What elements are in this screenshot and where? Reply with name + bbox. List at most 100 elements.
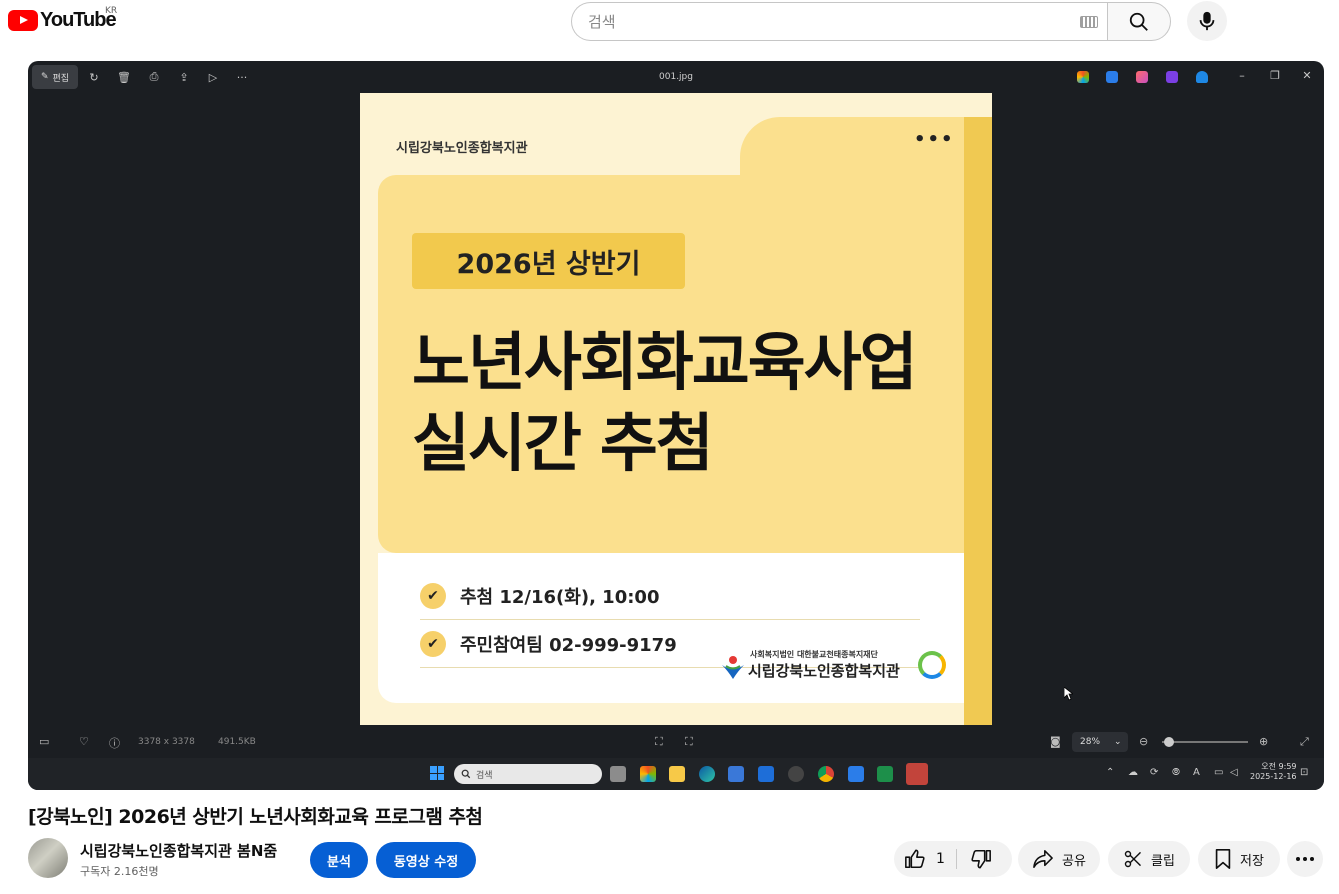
channel-name[interactable]: 시립강북노인종합복지관 봄N줌 (80, 840, 277, 861)
photos-app-icon[interactable] (1106, 71, 1118, 83)
search-input[interactable]: 검색 (571, 2, 1108, 41)
taskbar-clock[interactable]: 오전 9:59 2025-12-16 (1250, 762, 1297, 783)
fit-screen-icon[interactable]: ⛶ (655, 735, 663, 749)
poster-logo-subtitle: 사회복지법인 대한불교천태종복지재단 (750, 650, 878, 659)
channel-avatar[interactable] (28, 838, 68, 878)
like-button[interactable]: 1 (904, 848, 945, 870)
region-code: KR (105, 6, 118, 16)
check-icon: ✔ (420, 631, 446, 657)
input-language-icon[interactable]: A (1193, 767, 1200, 778)
analytics-button[interactable]: 분석 (310, 842, 368, 878)
poster-dots-icon: ••• (914, 129, 955, 150)
keyboard-icon[interactable] (1080, 16, 1098, 28)
more-horizontal-icon (1296, 857, 1314, 861)
youtube-logo[interactable]: YouTube (8, 9, 117, 32)
video-player[interactable]: ✎ 편집 ↻ 🗑 ⎙ ⇪ ▷ ··· 001.jpg – ❐ ✕ 시립강북노인종… (28, 61, 1324, 790)
image-dimensions: 3378 x 3378 (138, 737, 195, 747)
mouse-cursor-icon (1064, 687, 1073, 701)
cloud-off-icon[interactable]: ☁ (1128, 767, 1138, 778)
restore-icon[interactable]: ❐ (1268, 69, 1282, 82)
windows-taskbar: 검색 ⌃ ☁ ⟳ ⦾ A ▭ ◁ 오전 9:59 2025-12-16 ⊡ (28, 758, 1324, 790)
network-icon[interactable]: ▭ (1214, 767, 1223, 778)
task-view-icon[interactable] (610, 766, 626, 782)
search-placeholder: 검색 (588, 13, 616, 31)
subscriber-count: 구독자 2.16천명 (80, 865, 159, 878)
search-icon (1129, 12, 1148, 31)
volume-icon[interactable]: ◁ (1230, 767, 1238, 778)
windows-start-icon[interactable] (430, 766, 444, 780)
poster-headline: 노년사회화교육사업 실시간 추첨 (412, 323, 918, 484)
clock-date: 2025-12-16 (1250, 772, 1297, 782)
poster-logo-title: 시립강북노인종합복지관 (748, 662, 900, 680)
zoom-dropdown[interactable]: 28% ⌄ (1072, 732, 1128, 752)
zoom-level: 28% (1080, 737, 1101, 747)
zoom-in-icon[interactable]: ⊕ (1259, 735, 1268, 748)
scissors-icon (1124, 850, 1142, 868)
taskbar-search[interactable]: 검색 (454, 764, 602, 784)
viewer-file-name: 001.jpg (659, 72, 693, 82)
search-button[interactable] (1107, 2, 1171, 41)
file-explorer-icon[interactable] (669, 766, 685, 782)
sync-icon[interactable]: ⟳ (1150, 767, 1158, 778)
poster-headline-line2: 실시간 추첨 (412, 406, 714, 480)
zoom-out-icon[interactable]: ⊖ (1139, 735, 1148, 748)
store-icon[interactable] (728, 766, 744, 782)
dislike-button[interactable] (970, 848, 992, 874)
edge-icon[interactable] (699, 766, 715, 782)
poster-badge: 2026년 상반기 (412, 233, 685, 289)
share-arrow-icon (1033, 850, 1053, 868)
microphone-tray-icon[interactable]: ⦾ (1172, 767, 1180, 778)
poster-info-text: 주민참여팀 02-999-9179 (460, 635, 677, 656)
thumbs-down-icon (971, 849, 991, 869)
favorite-heart-icon[interactable]: ♡ (79, 735, 89, 748)
fullscreen-icon[interactable]: ⤢ (1300, 735, 1309, 749)
poster-headline-line1: 노년사회화교육사업 (412, 326, 918, 399)
poster-org-name: 시립강북노인종합복지관 (396, 141, 528, 156)
save-button[interactable]: 저장 (1198, 841, 1280, 877)
search-icon (461, 769, 471, 779)
copilot-icon[interactable] (1077, 71, 1089, 83)
like-dislike-group: 1 (894, 841, 1012, 877)
share-label: 공유 (1062, 853, 1086, 869)
outlook-icon[interactable] (758, 766, 774, 782)
filmstrip-icon[interactable]: ▭ (39, 735, 49, 748)
photos-app-icon[interactable] (848, 766, 864, 782)
voice-search-button[interactable] (1187, 1, 1227, 41)
chrome-icon[interactable] (818, 766, 834, 782)
zoom-slider[interactable] (1162, 741, 1248, 743)
more-actions-button[interactable] (1287, 841, 1323, 877)
screenshot-icon[interactable]: ◙ (1050, 735, 1061, 748)
close-icon[interactable]: ✕ (1300, 69, 1314, 82)
check-icon: ✔ (420, 583, 446, 609)
thumbs-up-icon (905, 849, 925, 869)
actual-size-icon[interactable]: ⛶ (685, 735, 693, 749)
clock-time: 오전 9:59 (1261, 762, 1297, 771)
like-count: 1 (936, 851, 945, 867)
share-button[interactable]: 공유 (1018, 841, 1100, 877)
onedrive-icon[interactable] (1196, 71, 1208, 83)
save-label: 저장 (1240, 853, 1264, 869)
photo-viewer-toolbar: ✎ 편집 ↻ 🗑 ⎙ ⇪ ▷ ··· 001.jpg – ❐ ✕ (28, 61, 1324, 93)
copilot-icon[interactable] (640, 766, 656, 782)
zoom-slider-knob[interactable] (1164, 737, 1174, 747)
minimize-icon[interactable]: – (1235, 69, 1249, 82)
bookmark-icon (1215, 849, 1231, 869)
poster-side-strip (964, 117, 992, 725)
youtube-play-icon (8, 10, 38, 31)
info-icon[interactable]: ⓘ (109, 735, 120, 751)
spreadsheet-icon[interactable] (877, 766, 893, 782)
viewer-status-bar: ▭ ♡ ⓘ 3378 x 3378 491.5KB ⛶ ⛶ ◙ 28% ⌄ ⊖ … (28, 729, 1324, 755)
file-size: 491.5KB (218, 737, 256, 747)
internet-explorer-icon[interactable] (906, 763, 928, 785)
mic-icon (1199, 11, 1215, 31)
notification-icon[interactable]: ⊡ (1300, 767, 1308, 778)
clip-button[interactable]: 클립 (1108, 841, 1190, 877)
clipchamp-icon[interactable] (1166, 71, 1178, 83)
obs-icon[interactable] (788, 766, 804, 782)
edit-video-button[interactable]: 동영상 수정 (376, 842, 476, 878)
poster-image: 시립강북노인종합복지관 ••• 2026년 상반기 노년사회화교육사업 실시간 … (360, 93, 992, 725)
masthead: YouTube KR 검색 (0, 0, 1339, 44)
like-divider (956, 849, 957, 869)
tray-chevron-up-icon[interactable]: ⌃ (1106, 767, 1114, 778)
designer-icon[interactable] (1136, 71, 1148, 83)
